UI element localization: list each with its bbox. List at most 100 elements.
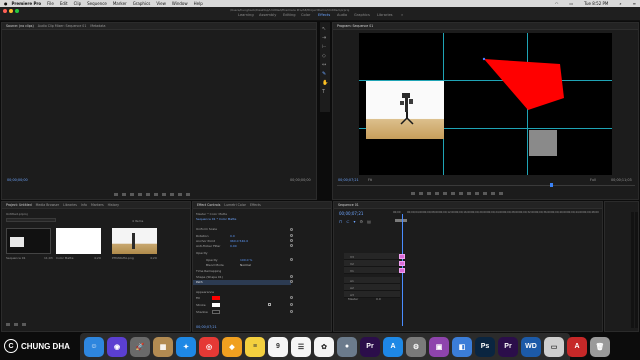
search-icon[interactable]: ⌕ — [619, 1, 621, 6]
program-timecode[interactable]: 00;00;07;21 — [338, 178, 359, 182]
workspace-color[interactable]: Color — [301, 13, 310, 17]
calendar-icon[interactable]: 9 — [268, 336, 288, 357]
stroke-color-swatch[interactable] — [212, 303, 220, 307]
work-area-bar[interactable] — [395, 219, 407, 222]
track-v3[interactable]: V3 — [344, 253, 400, 260]
premiere-icon[interactable]: Pr — [360, 336, 380, 357]
track-v2[interactable]: V2 — [344, 260, 400, 267]
zoom-window-button[interactable] — [15, 9, 19, 13]
list-icon[interactable]: ≡ — [633, 1, 636, 6]
timeline-clip[interactable] — [399, 261, 405, 266]
photos-icon[interactable]: ✿ — [314, 336, 334, 357]
ec-value[interactable]: 100.0 % — [240, 258, 252, 262]
step-back-icon[interactable] — [443, 192, 447, 195]
minimize-window-button[interactable] — [9, 9, 13, 13]
chrome-icon[interactable]: ◎ — [199, 336, 219, 357]
photo-thumbnail[interactable] — [112, 228, 157, 254]
tab-audio-clip-mixer[interactable]: Audio Clip Mixer: Sequence 01 — [38, 24, 87, 28]
keyframe-toggle-icon[interactable] — [290, 244, 293, 247]
tab-info[interactable]: Info — [81, 203, 87, 207]
track-a2[interactable]: A2 — [344, 284, 400, 291]
play-icon[interactable] — [451, 192, 455, 195]
step-forward-icon[interactable] — [459, 192, 463, 195]
menu-file[interactable]: File — [47, 1, 54, 6]
timeline-timecode[interactable]: 00;00;07;21 — [339, 211, 363, 216]
shadow-color-swatch[interactable] — [212, 310, 220, 314]
timeline-clip[interactable] — [399, 268, 405, 273]
red-shape-layer[interactable] — [359, 33, 612, 175]
master-track-value[interactable]: 0.0 — [376, 297, 381, 301]
tab-lumetri-color[interactable]: Lumetri Color — [224, 203, 246, 207]
insert-icon[interactable] — [170, 193, 174, 196]
workspace-effects[interactable]: Effects — [318, 13, 330, 17]
launchpad-icon[interactable]: 🚀 — [130, 336, 150, 357]
list-view-icon[interactable] — [6, 323, 10, 326]
timeline-clip[interactable] — [399, 254, 405, 259]
wifi-icon[interactable]: ◠ — [555, 1, 559, 6]
icon-view-icon[interactable] — [14, 323, 18, 326]
tab-media-browser[interactable]: Media Browser — [36, 203, 60, 207]
menu-sequence[interactable]: Sequence — [87, 1, 107, 6]
workspace-overflow[interactable]: » — [401, 13, 403, 17]
menu-marker[interactable]: Marker — [113, 1, 127, 6]
export-frame-icon[interactable] — [186, 193, 190, 196]
workspace-graphics[interactable]: Graphics — [354, 13, 370, 17]
eyedropper-icon[interactable] — [268, 303, 271, 306]
app-store-icon[interactable]: A — [383, 336, 403, 357]
tab-history[interactable]: History — [108, 203, 119, 207]
battery-icon[interactable]: ▭ — [569, 1, 573, 6]
play-icon[interactable] — [146, 193, 150, 196]
ec-master-label[interactable]: Master * Color Matte — [196, 212, 227, 216]
menu-window[interactable]: Window — [172, 1, 188, 6]
acrobat-icon[interactable]: A — [567, 336, 587, 357]
menu-clip[interactable]: Clip — [74, 1, 82, 6]
workspace-audio[interactable]: Audio — [337, 13, 347, 17]
tab-project[interactable]: Project: Untitled — [6, 203, 32, 207]
keyframe-toggle-icon[interactable] — [290, 234, 293, 237]
tab-effect-controls[interactable]: Effect Controls — [197, 203, 220, 207]
step-forward-icon[interactable] — [154, 193, 158, 196]
overwrite-icon[interactable] — [178, 193, 182, 196]
chat-icon[interactable]: ◧ — [452, 336, 472, 357]
workspace-editing[interactable]: Editing — [283, 13, 296, 17]
grey-matte-layer[interactable] — [529, 130, 557, 156]
source-timecode[interactable]: 00;00;00;00 — [7, 178, 28, 182]
ripple-edit-tool-icon[interactable]: ⊢ — [322, 44, 326, 50]
keyframe-toggle-icon[interactable] — [290, 258, 293, 261]
photoshop-icon[interactable]: Ps — [475, 336, 495, 357]
drive-icon[interactable]: ▭ — [544, 336, 564, 357]
ec-row[interactable]: Shape (Shape 01) — [196, 275, 223, 279]
tab-effects[interactable]: Effects — [250, 203, 261, 207]
comparison-view-icon[interactable] — [499, 192, 503, 195]
keyframe-toggle-icon[interactable] — [290, 239, 293, 242]
keyframe-toggle-icon[interactable] — [290, 303, 293, 306]
snap-icon[interactable]: ⊓ — [339, 219, 342, 224]
ec-row[interactable]: Path — [196, 280, 203, 284]
keyframe-toggle-icon[interactable] — [290, 275, 293, 278]
lift-icon[interactable] — [475, 192, 479, 195]
slip-tool-icon[interactable]: ↔ — [322, 62, 326, 68]
track-v1[interactable]: V1 — [344, 267, 400, 274]
menu-edit[interactable]: Edit — [60, 1, 68, 6]
step-back-icon[interactable] — [138, 193, 142, 196]
extract-icon[interactable] — [483, 192, 487, 195]
workspace-assembly[interactable]: Assembly — [259, 13, 276, 17]
trash-icon[interactable]: 🗑 — [590, 336, 610, 357]
menu-graphics[interactable]: Graphics — [133, 1, 151, 6]
finder-icon[interactable]: ☺ — [84, 336, 104, 357]
selection-tool-icon[interactable]: ↖ — [322, 26, 326, 32]
apple-icon[interactable]: ● — [4, 1, 8, 6]
ec-row[interactable]: Time Remapping — [196, 269, 221, 273]
timeline-ruler[interactable]: 00;00 00;00;04;00 00;00;08;00 00;00;12;0… — [393, 207, 601, 222]
type-tool-icon[interactable]: T — [322, 89, 325, 95]
ec-value[interactable]: 960.0 540.0 — [230, 239, 248, 243]
photo-booth-icon[interactable]: ● — [337, 336, 357, 357]
mockup-icon[interactable]: ▣ — [429, 336, 449, 357]
ec-row[interactable]: Shadow — [196, 310, 208, 314]
export-frame-icon[interactable] — [491, 192, 495, 195]
tab-source[interactable]: Source: (no clips) — [6, 24, 34, 28]
add-marker-icon[interactable]: ▾ — [353, 219, 355, 224]
program-fit-select[interactable]: Fit — [368, 178, 372, 182]
safari-icon[interactable]: ✦ — [176, 336, 196, 357]
fill-color-swatch[interactable] — [212, 296, 220, 300]
